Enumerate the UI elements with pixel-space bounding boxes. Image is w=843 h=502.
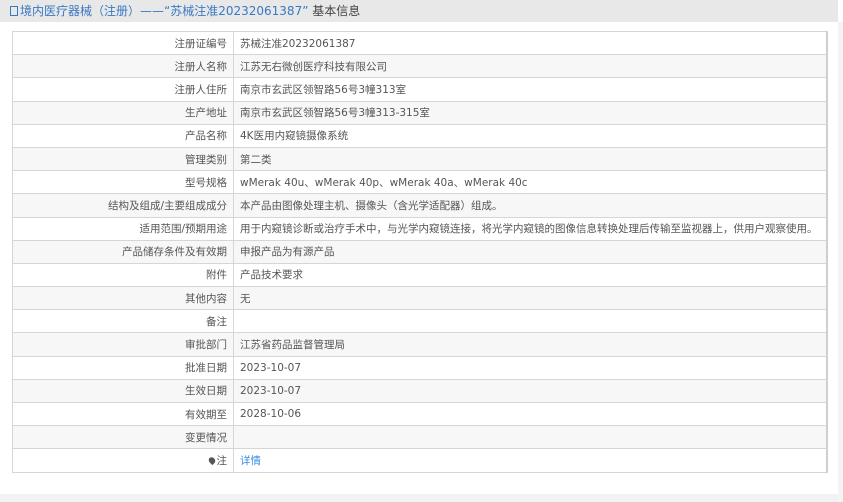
table-row: 注册人住所 南京市玄武区领智路56号3幢313室 [12,77,828,102]
field-label: 管理类别 [12,146,234,172]
table-row: 生产地址 南京市玄武区领智路56号3幢313-315室 [12,100,828,125]
field-label: 审批部门 [12,332,234,357]
field-label: 注册证编号 [12,30,234,56]
info-table: 注册证编号 苏械注准20232061387 注册人名称 江苏无右微创医疗科技有限公司注… [12,30,828,473]
field-value [233,309,828,334]
document-icon [10,6,18,16]
pin-icon [206,455,217,466]
table-row: 注册人名称 江苏无右微创医疗科技有限公司 [12,54,828,79]
table-row-note: 注详情 [12,448,828,473]
field-value: 南京市玄武区领智路56号3幢313室 [233,77,828,102]
field-label: 生效日期 [12,378,234,404]
field-value: 江苏无右微创医疗科技有限公司 [233,54,828,79]
field-value: 南京市玄武区领智路56号3幢313-315室 [233,100,828,125]
table-row: 其他内容无 [12,286,828,311]
field-value: 江苏省药品监督管理局 [233,332,828,357]
table-row: 结构及组成/主要组成成分 本产品由图像处理主机、摄像头（含光学适配器）组成。 [12,193,828,218]
field-value: 无 [233,286,828,311]
field-value: 本产品由图像处理主机、摄像头（含光学适配器）组成。 [233,193,828,218]
table-row: 附件 产品技术要求 [12,262,828,288]
table-row: 注册证编号 苏械注准20232061387 [12,30,828,56]
field-label: 有效期至 [12,401,234,427]
field-label: 产品储存条件及有效期 [12,239,234,264]
field-label: 变更情况 [12,425,234,450]
field-value: 4K医用内窥镜摄像系统 [233,123,828,148]
scrollbar-track[interactable] [838,22,843,502]
field-label: 批准日期 [12,355,234,380]
field-label: 生产地址 [12,100,234,125]
table-row: 生效日期 2023-10-07 [12,378,828,404]
field-label: 附件 [12,262,234,288]
field-value [233,425,828,450]
field-label: 注册人名称 [12,54,234,79]
field-label: 备注 [12,309,234,334]
field-value: 2023-10-07 [233,355,828,380]
field-value: 用于内窥镜诊断或治疗手术中，与光学内窥镜连接，将光学内窥镜的图像信息转换处理后传… [233,216,828,241]
field-label: 注册人住所 [12,77,234,102]
field-label: 其他内容 [12,286,234,311]
table-row: 产品储存条件及有效期 申报产品为有源产品 [12,239,828,264]
field-label: 结构及组成/主要组成成分 [12,193,234,218]
field-value: 产品技术要求 [233,262,828,288]
field-value: 第二类 [233,146,828,172]
field-label: 适用范围/预期用途 [12,216,234,241]
table-row: 批准日期 2023-10-07 [12,355,828,380]
field-value: 2023-10-07 [233,378,828,404]
table-row: 有效期至 2028-10-06 [12,401,828,427]
field-label: 产品名称 [12,123,234,148]
table-row: 审批部门 江苏省药品监督管理局 [12,332,828,357]
table-row: 变更情况 [12,425,828,450]
field-label: 型号规格 [12,170,234,195]
field-value: 苏械注准20232061387 [233,30,828,56]
field-label: 注 [12,448,234,473]
table-row: 管理类别 第二类 [12,146,828,172]
table-row: 型号规格 wMerak 40u、wMerak 40p、wMerak 40a、wMe… [12,170,828,195]
details-link[interactable]: 详情 [240,455,261,467]
page-title: 境内医疗器械（注册）——“苏械注准20232061387” [20,4,309,18]
field-value: 2028-10-06 [233,401,828,427]
bottom-bar [0,494,838,502]
field-value: 申报产品为有源产品 [233,239,828,264]
page-title-suffix: 基本信息 [308,4,361,18]
table-row: 产品名称 4K医用内窥镜摄像系统 [12,123,828,148]
field-value: wMerak 40u、wMerak 40p、wMerak 40a、wMerak … [233,170,828,195]
note-label: 注 [216,454,228,467]
table-row: 适用范围/预期用途 用于内窥镜诊断或治疗手术中，与光学内窥镜连接，将光学内窥镜的图… [12,216,828,241]
page-header: 境内医疗器械（注册）——“苏械注准20232061387” 基本信息 [0,0,838,22]
table-row: 备注 [12,309,828,334]
